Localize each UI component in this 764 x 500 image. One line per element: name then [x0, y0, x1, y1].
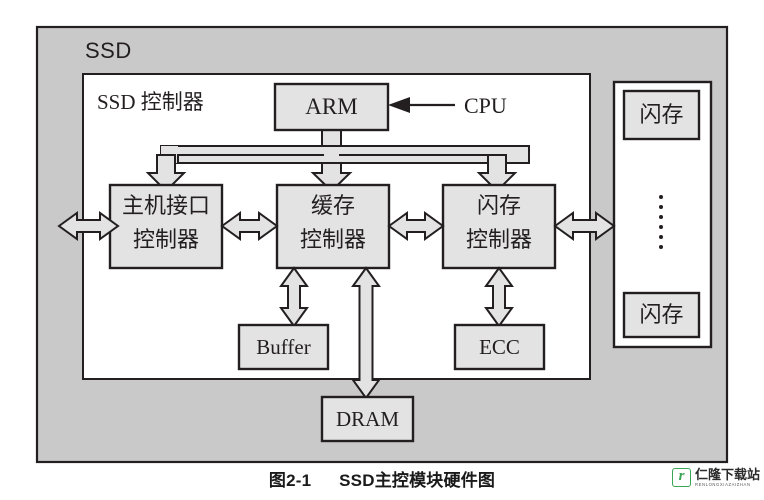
cache-controller-label-line2: 控制器 [299, 227, 366, 252]
cpu-label: CPU [464, 93, 507, 118]
watermark-badge-letter: r [678, 468, 685, 485]
ssd-hardware-figure: SSD SSD 控制器 ARM CPU 主机接口 控制器 缓存 控制器 闪存 控… [0, 0, 764, 500]
ssd-enclosure-label: SSD [85, 38, 132, 63]
cache-controller-label-line1: 缓存 [310, 193, 355, 218]
flash-chip-top-label: 闪存 [639, 102, 684, 127]
site-watermark: r 仁隆下载站 RENLONGXIAZAIZHAN [672, 468, 760, 488]
figure-caption-title: SSD主控模块硬件图 [339, 471, 496, 490]
host-interface-controller-label-line2: 控制器 [132, 227, 199, 252]
ssd-controller-label: SSD 控制器 [97, 90, 204, 114]
arm-block-label: ARM [305, 94, 358, 119]
watermark-text: 仁隆下载站 RENLONGXIAZAIZHAN [695, 468, 760, 487]
dram-block-label: DRAM [335, 407, 399, 431]
flash-controller-label-line1: 闪存 [476, 193, 521, 218]
ecc-block-label: ECC [479, 335, 520, 359]
host-interface-controller-label-line1: 主机接口 [121, 193, 210, 218]
figure-caption-number: 图2-1 [268, 471, 312, 490]
flash-chip-bottom-label: 闪存 [639, 302, 684, 327]
figure-caption: 图2-1 SSD主控模块硬件图 [0, 466, 764, 491]
buffer-block-label: Buffer [256, 335, 311, 359]
watermark-site-pinyin: RENLONGXIAZAIZHAN [695, 482, 751, 487]
watermark-logo-icon: r [672, 468, 691, 488]
watermark-site-name: 仁隆下载站 [695, 467, 761, 482]
flash-controller-label-line2: 控制器 [465, 227, 532, 252]
